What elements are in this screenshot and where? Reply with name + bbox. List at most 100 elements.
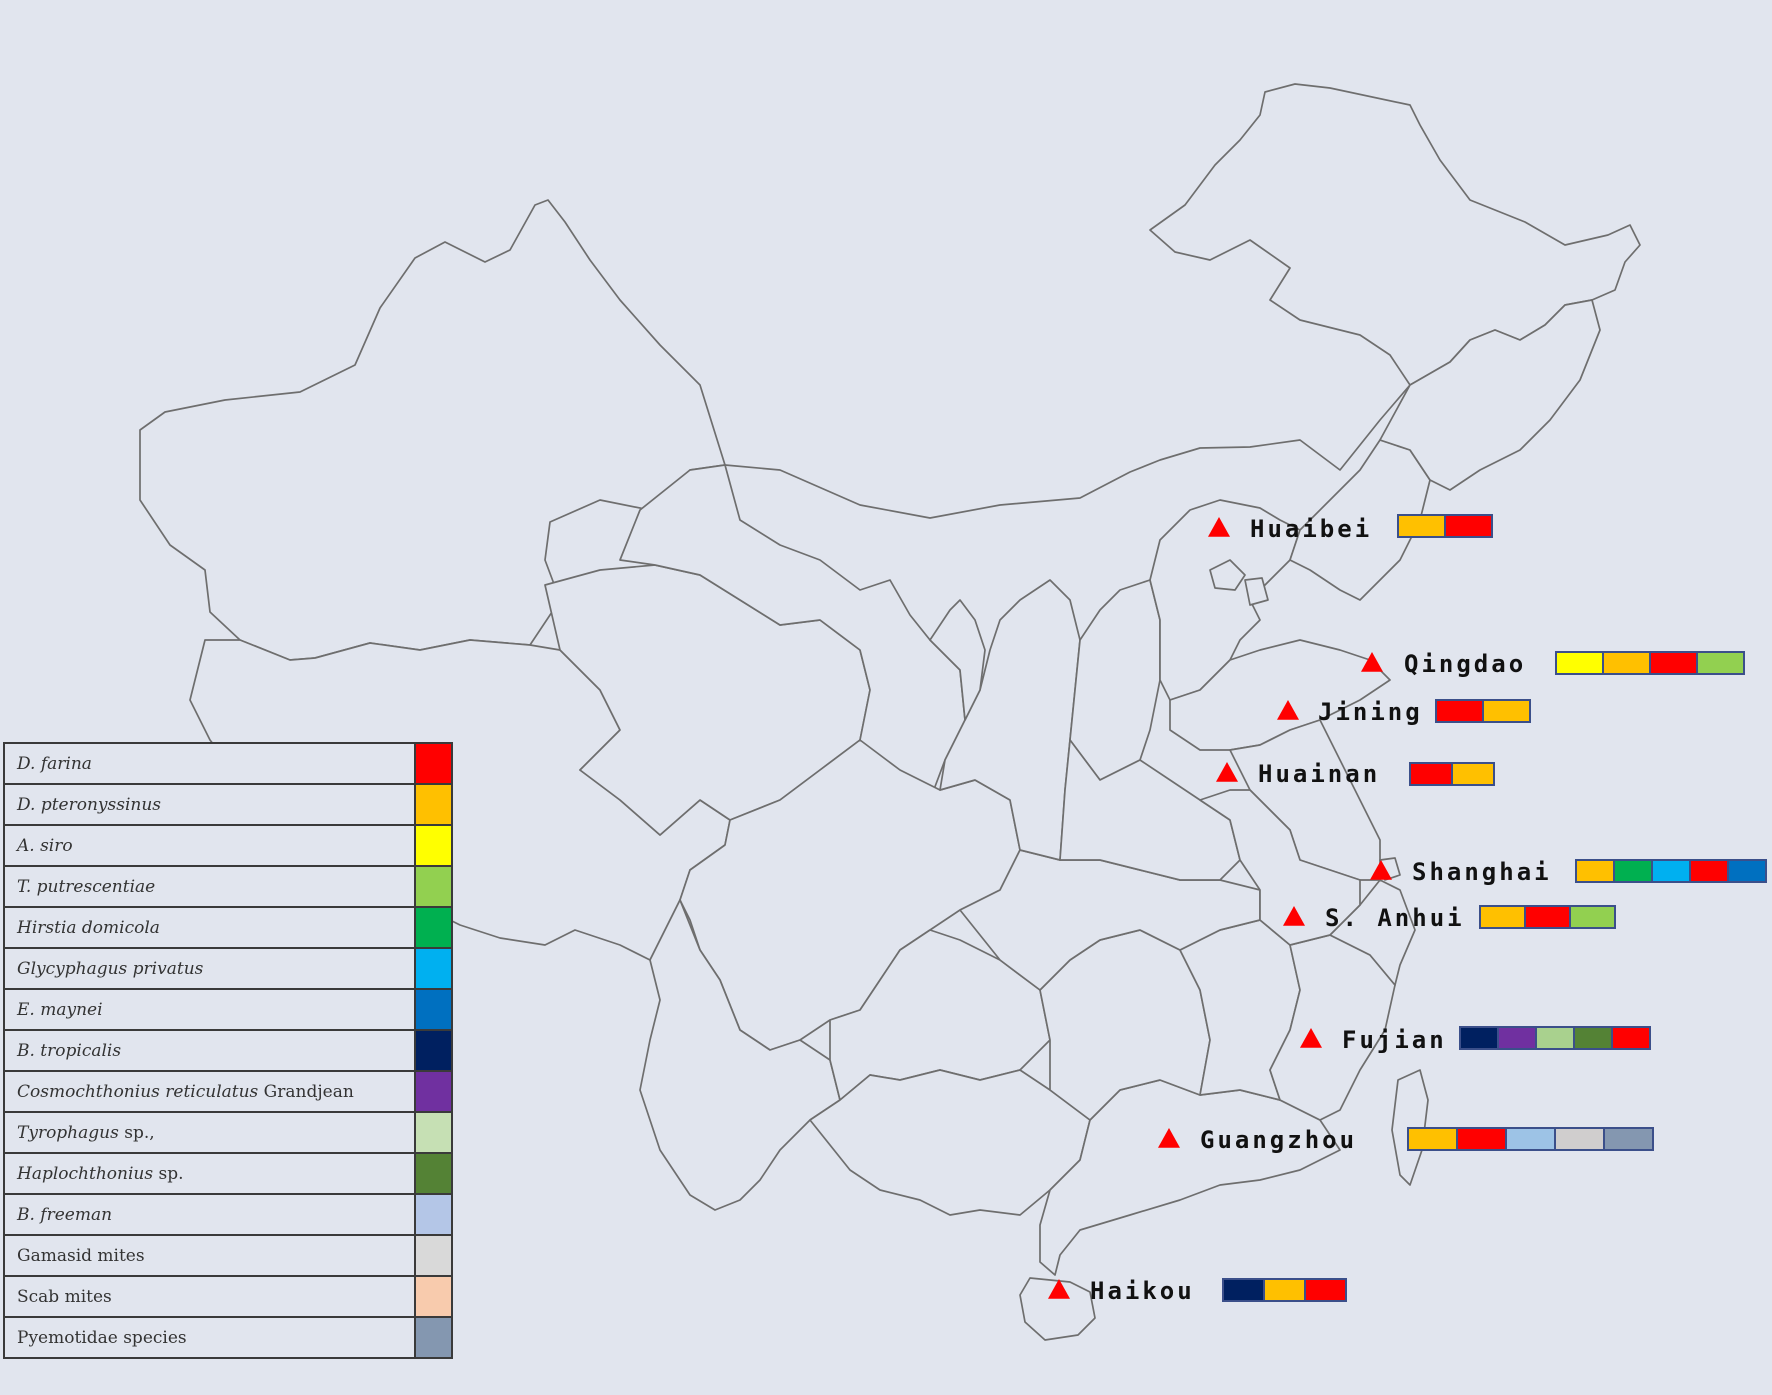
species-swatch	[1497, 1026, 1537, 1050]
species-swatch	[1456, 1127, 1507, 1151]
species-swatch	[1602, 651, 1651, 675]
legend-label: D. farina	[2, 742, 417, 785]
city-group: Qingdao	[1361, 650, 1745, 678]
species-swatch	[1555, 651, 1604, 675]
city-group: Fujian	[1300, 1026, 1651, 1054]
legend-label: Pyemotidae species	[2, 1316, 417, 1359]
legend-species-italic: A. siro	[17, 835, 73, 856]
species-swatch	[1482, 699, 1531, 723]
species-swatch	[1524, 905, 1571, 929]
city-label: Fujian	[1342, 1026, 1447, 1054]
species-swatch	[1727, 859, 1767, 883]
species-swatch	[1304, 1278, 1347, 1302]
legend-row: E. maynei	[2, 988, 453, 1031]
legend-label: D. pteronyssinus	[2, 783, 417, 826]
legend-color-swatch	[414, 742, 453, 785]
legend-label: Haplochthonius sp.	[2, 1152, 417, 1195]
legend-label: E. maynei	[2, 988, 417, 1031]
legend-label: B. freeman	[2, 1193, 417, 1236]
species-swatch	[1696, 651, 1745, 675]
city-label: Haikou	[1090, 1277, 1195, 1305]
city-label: S. Anhui	[1325, 904, 1465, 932]
legend-row: Hirstia domicola	[2, 906, 453, 949]
species-swatch	[1459, 1026, 1499, 1050]
species-swatch	[1569, 905, 1616, 929]
legend-row: B. freeman	[2, 1193, 453, 1236]
species-swatch	[1573, 1026, 1613, 1050]
legend-row: B. tropicalis	[2, 1029, 453, 1072]
city-label: Jining	[1318, 698, 1423, 726]
legend-row: Haplochthonius sp.	[2, 1152, 453, 1195]
legend-species-plain: Grandjean	[258, 1081, 354, 1102]
legend-label: A. siro	[2, 824, 417, 867]
species-legend: D. farina D. pteronyssinus A. siro T. putre…	[2, 742, 453, 1359]
legend-color-swatch	[414, 1193, 453, 1236]
legend-species-plain: Gamasid mites	[17, 1245, 145, 1266]
species-swatch	[1535, 1026, 1575, 1050]
species-swatch	[1397, 514, 1446, 538]
species-swatch	[1613, 859, 1653, 883]
city-label: Qingdao	[1404, 650, 1526, 678]
legend-row: Glycyphagus privatus	[2, 947, 453, 990]
legend-label: T. putrescentiae	[2, 865, 417, 908]
species-swatch	[1444, 514, 1493, 538]
legend-row: Pyemotidae species	[2, 1316, 453, 1359]
legend-row: Tyrophagus sp.,	[2, 1111, 453, 1154]
legend-species-italic: D. farina	[17, 753, 92, 774]
species-swatch	[1649, 651, 1698, 675]
legend-species-italic: D. pteronyssinus	[17, 794, 162, 815]
legend-row: T. putrescentiae	[2, 865, 453, 908]
province-outline	[809, 1069, 1091, 1216]
legend-species-italic: B. tropicalis	[17, 1040, 122, 1061]
legend-label: Hirstia domicola	[2, 906, 417, 949]
legend-species-italic: Tyrophagus	[17, 1122, 119, 1143]
legend-label: Scab mites	[2, 1275, 417, 1318]
legend-color-swatch	[414, 1111, 453, 1154]
city-group: S. Anhui	[1283, 904, 1616, 932]
legend-color-swatch	[414, 1234, 453, 1277]
species-swatch	[1575, 859, 1615, 883]
legend-color-swatch	[414, 988, 453, 1031]
legend-label: Glycyphagus privatus	[2, 947, 417, 990]
legend-color-swatch	[414, 1152, 453, 1195]
species-swatch	[1554, 1127, 1605, 1151]
species-swatch	[1222, 1278, 1265, 1302]
city-label: Guangzhou	[1200, 1126, 1357, 1154]
city-marker-triangle	[1216, 762, 1238, 782]
city-group: Haikou	[1048, 1277, 1347, 1305]
city-label: Huaibei	[1250, 515, 1372, 543]
legend-label: Tyrophagus sp.,	[2, 1111, 417, 1154]
city-group: Huainan	[1216, 760, 1495, 788]
species-swatch	[1435, 699, 1484, 723]
legend-species-italic: B. freeman	[17, 1204, 113, 1225]
legend-color-swatch	[414, 824, 453, 867]
legend-species-plain: sp.,	[118, 1122, 155, 1143]
legend-label: B. tropicalis	[2, 1029, 417, 1072]
species-swatch	[1263, 1278, 1306, 1302]
legend-row: D. farina	[2, 742, 453, 785]
legend-row: Gamasid mites	[2, 1234, 453, 1277]
species-swatch	[1651, 859, 1691, 883]
city-label: Huainan	[1258, 760, 1380, 788]
legend-label: Gamasid mites	[2, 1234, 417, 1277]
legend-species-italic: Hirstia domicola	[17, 917, 160, 938]
province-outline	[1069, 579, 1161, 781]
legend-color-swatch	[414, 1029, 453, 1072]
legend-color-swatch	[414, 1275, 453, 1318]
legend-row: Cosmochthonius reticulatus Grandjean	[2, 1070, 453, 1113]
legend-color-swatch	[414, 1316, 453, 1359]
legend-species-plain: Pyemotidae species	[17, 1327, 187, 1348]
species-swatch	[1479, 905, 1526, 929]
legend-row: D. pteronyssinus	[2, 783, 453, 826]
legend-species-italic: E. maynei	[17, 999, 103, 1020]
species-swatch	[1409, 762, 1453, 786]
legend-species-italic: Glycyphagus privatus	[17, 958, 204, 979]
species-swatch	[1407, 1127, 1458, 1151]
map-figure: Huaibei Qingdao Jining Huainan Shanghai S. An…	[0, 0, 1772, 1395]
species-swatch	[1603, 1127, 1654, 1151]
species-swatch	[1451, 762, 1495, 786]
city-label: Shanghai	[1412, 858, 1552, 886]
legend-color-swatch	[414, 865, 453, 908]
species-swatch	[1611, 1026, 1651, 1050]
species-swatch	[1505, 1127, 1556, 1151]
